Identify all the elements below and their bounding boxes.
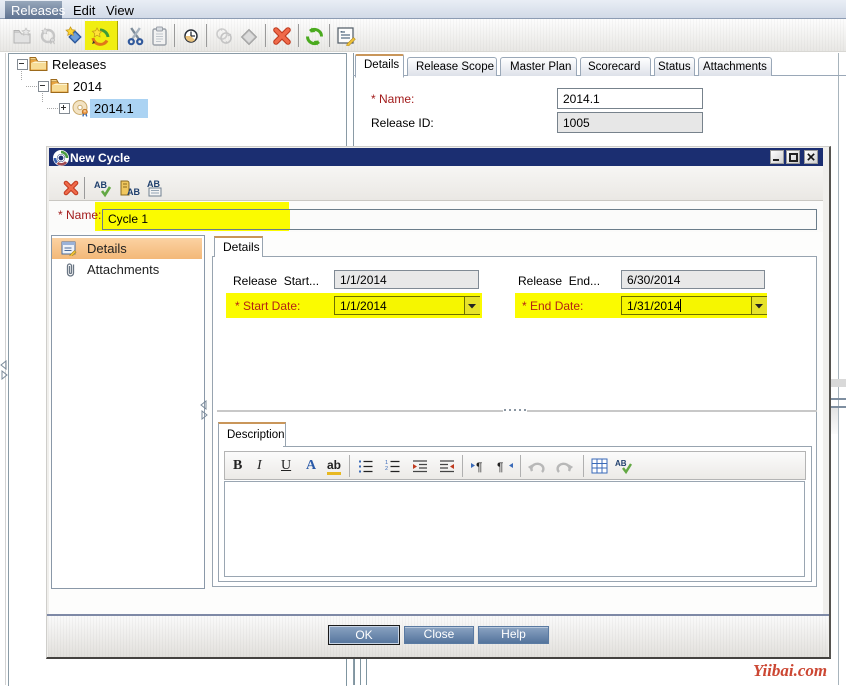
svg-text:AB: AB <box>615 459 627 468</box>
svg-text:AB: AB <box>94 180 107 190</box>
svg-text:¶: ¶ <box>497 460 503 474</box>
svg-text:2: 2 <box>385 466 388 472</box>
svg-text:¶: ¶ <box>476 460 482 474</box>
svg-text:AB: AB <box>127 187 140 197</box>
